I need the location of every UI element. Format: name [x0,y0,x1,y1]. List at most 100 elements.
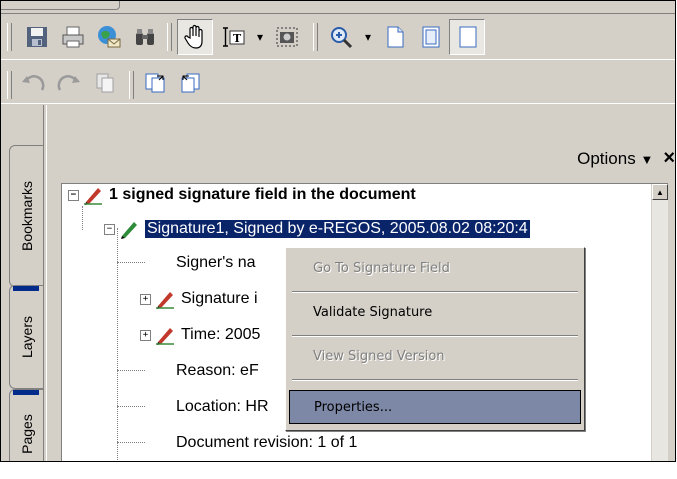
tree-reason-row[interactable]: Reason: eF [176,360,259,382]
tab-bookmarks-label: Bookmarks [18,180,35,252]
tree-time-label: Time: 2005 [181,326,261,343]
extract-page-button[interactable] [137,65,173,101]
rotate-left-button[interactable] [15,65,51,101]
single-page-icon [387,26,404,48]
facing-page-button[interactable] [449,19,485,55]
tree-signature-info-row[interactable]: + Signature i [140,288,258,310]
menu-item-validate-signature[interactable]: Validate Signature [289,296,581,330]
rotate-right-button[interactable] [51,65,87,101]
chevron-down-icon: ▾ [256,30,264,44]
menu-separator [292,335,578,337]
toolbar-main: T ▾ ▾ [1,15,675,60]
save-button[interactable] [19,19,55,55]
toolbar-grip[interactable] [313,23,318,51]
find-button[interactable] [127,19,163,55]
tabs-edge [43,105,47,461]
tree-root-label: 1 signed signature field in the document [109,186,416,203]
single-page-button[interactable] [377,19,413,55]
signature-context-menu: Go To Signature Field Validate Signature… [285,247,585,431]
zoom-in-button[interactable] [323,19,359,55]
tree-signature-label: Signature1, Signed by e-REGOS, 2005.08.0… [144,219,531,239]
insert-page-button[interactable] [173,65,209,101]
extract-page-icon [145,73,165,93]
copy-icon [96,73,114,93]
options-area: Options ▼ × [577,147,675,170]
options-menu[interactable]: Options ▼ [577,149,653,169]
email-button[interactable] [91,19,127,55]
tab-pages-label: Pages [18,414,35,454]
tree-connector [117,228,118,461]
insert-page-icon [181,73,200,93]
tree-time-row[interactable]: + Time: 2005 [140,324,260,346]
menu-item-go-to-signature-field[interactable]: Go To Signature Field [289,252,581,286]
menu-item-label: Go To Signature Field [313,261,450,276]
tab-marker [13,390,39,395]
toolbar-grip[interactable] [7,23,12,51]
select-tool-dropdown[interactable]: ▾ [251,19,269,55]
menu-item-view-signed-version[interactable]: View Signed Version [289,340,581,374]
print-icon [62,26,84,48]
chevron-down-icon: ▾ [364,30,372,44]
select-text-icon: T [223,27,245,47]
menu-bar [1,1,675,14]
tab-layers-label: Layers [18,315,35,359]
tree-connector [117,262,145,263]
tab-layers[interactable]: Layers [9,285,43,389]
scroll-up-icon[interactable]: ▲ [652,184,668,200]
toolbar-grip[interactable] [129,71,134,99]
tab-bookmarks[interactable]: Bookmarks [9,145,43,287]
expand-icon[interactable]: + [140,329,151,341]
snapshot-button[interactable] [269,19,305,55]
svg-text:T: T [233,32,242,45]
menu-item-label: Validate Signature [313,305,433,320]
tree-connector [117,442,145,443]
tree-revision-row[interactable]: Document revision: 1 of 1 [176,432,357,454]
email-icon [98,26,121,48]
collapse-icon[interactable]: − [68,189,79,201]
toolbar-secondary [1,63,675,104]
tree-signer-label: Signer's na [176,254,256,271]
zoom-dropdown[interactable]: ▾ [359,19,377,55]
menu-item-label: View Signed Version [313,349,445,364]
tree-connector [82,206,83,230]
tree-reason-label: Reason: eF [176,362,259,379]
snapshot-icon [276,27,298,47]
menu-item-properties[interactable]: Properties... [289,390,581,424]
zoom-in-icon [331,27,353,49]
rotate-left-icon [22,75,45,91]
tab-pages[interactable]: Pages [9,389,43,461]
signature-pen-icon [156,292,174,309]
save-icon [27,27,47,47]
rotate-right-icon [57,75,80,91]
options-label: Options [577,148,636,168]
continuous-page-button[interactable] [413,19,449,55]
facing-page-icon [459,26,477,48]
tab-marker [13,286,39,291]
hand-tool-button[interactable] [177,19,213,55]
tree-scrollbar[interactable]: ▲ [651,184,668,461]
copy-button[interactable] [87,65,123,101]
tree-root-row[interactable]: − 1 signed signature field in the docume… [68,184,416,206]
tree-connector [117,406,145,407]
expand-icon[interactable]: + [140,293,151,305]
menu-bar-tab [1,1,120,10]
signature-pen-icon [84,188,102,205]
navigation-tabs: Bookmarks Layers Pages [1,105,51,461]
collapse-icon[interactable]: − [104,223,115,235]
continuous-page-icon [422,26,440,48]
tree-signature-info-label: Signature i [181,290,258,307]
tree-signer-row[interactable]: Signer's na [176,252,256,274]
tree-location-row[interactable]: Location: HR [176,396,269,418]
select-text-button[interactable]: T [215,19,251,55]
toolbar-grip[interactable] [167,23,172,51]
tree-location-label: Location: HR [176,398,269,415]
menu-separator [292,291,578,293]
hand-tool-icon [184,24,203,49]
close-panel-button[interactable]: × [663,147,675,170]
menu-separator [292,379,578,381]
find-icon [136,29,154,45]
tree-signature-row[interactable]: − Signature1, Signed by e-REGOS, 2005.08… [104,218,531,240]
signature-valid-icon [121,222,137,239]
print-button[interactable] [55,19,91,55]
toolbar-grip[interactable] [7,71,12,99]
